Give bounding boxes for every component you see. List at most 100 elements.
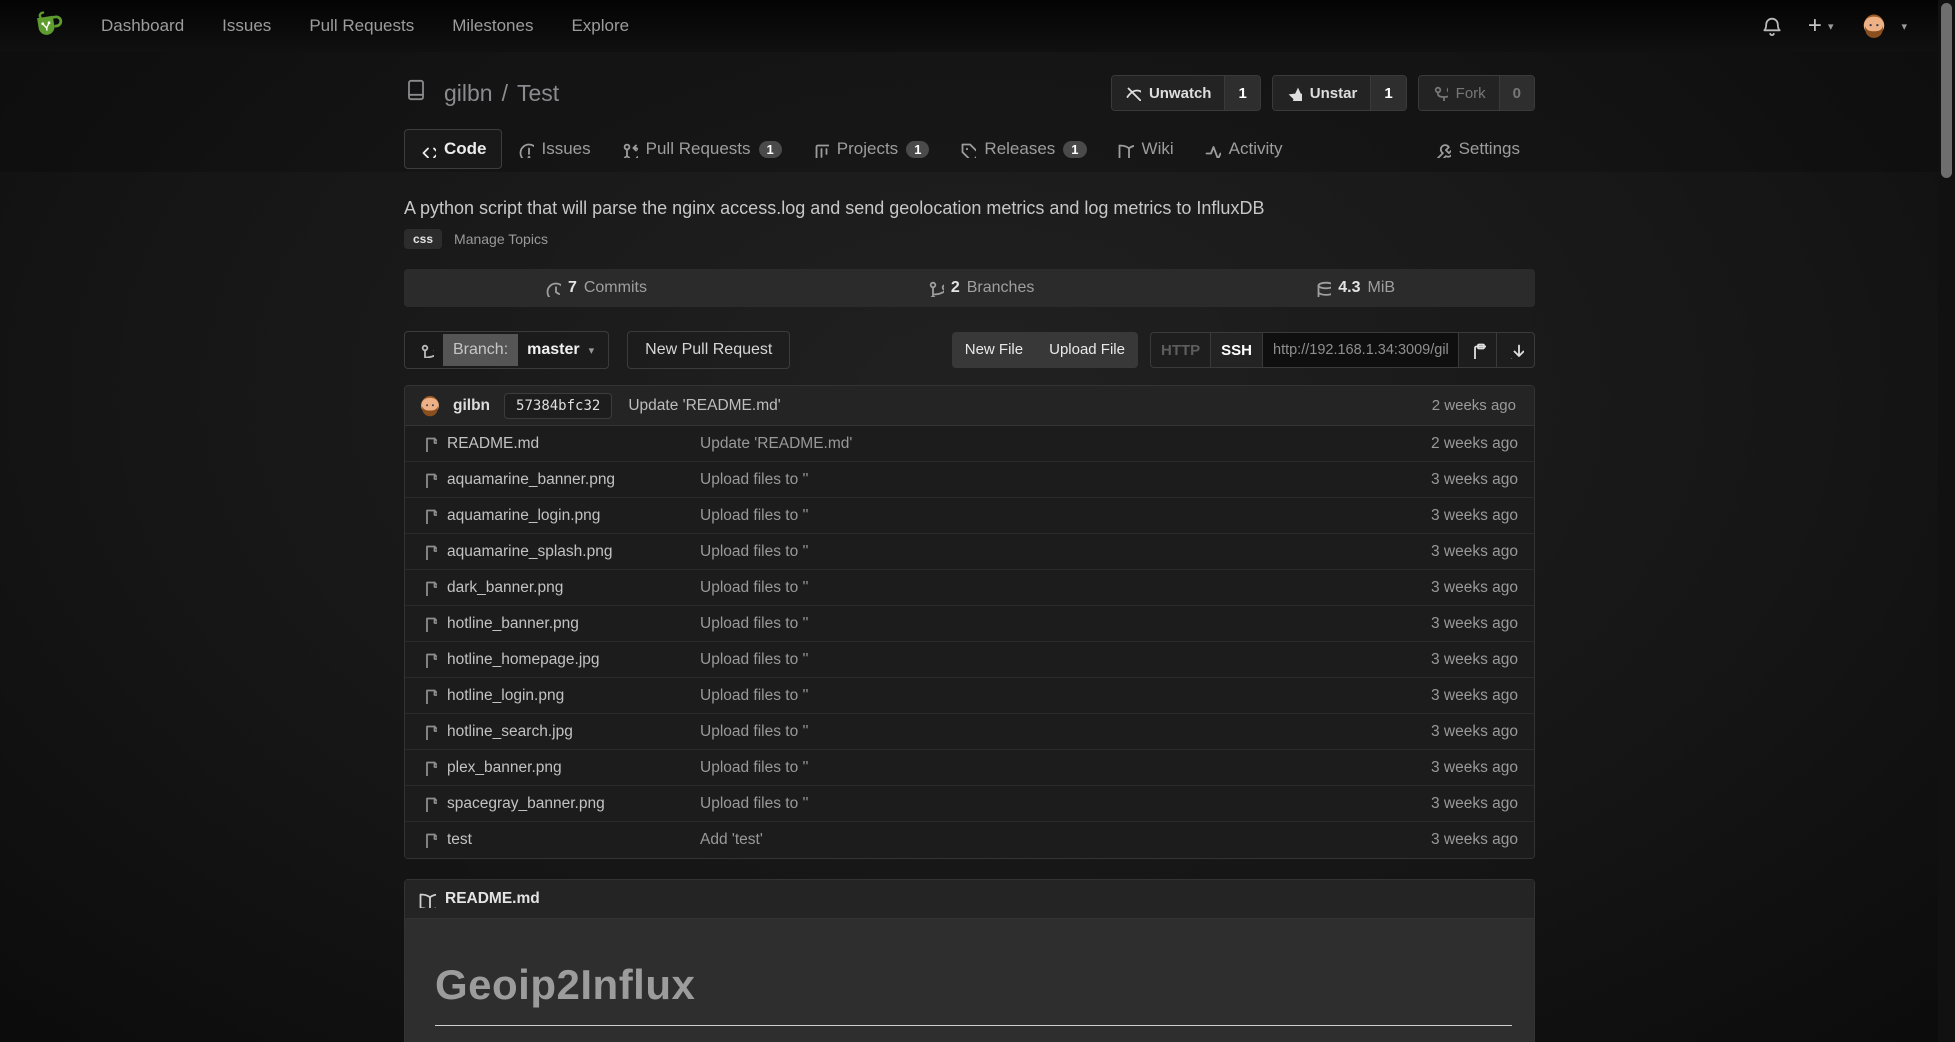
commit-time: 2 weeks ago [1432, 397, 1522, 414]
plex_banner.png: plex_banner.png Upload files to '' 3 wee… [405, 750, 1534, 786]
hotline_search.jpg: hotline_search.jpg Upload files to '' 3 … [405, 714, 1534, 750]
copy-clipboard-button[interactable] [1458, 332, 1497, 368]
repo-name-link[interactable]: Test [517, 80, 559, 107]
readme-section: README.md Geoip2Influx DOCKER BUILD PASS… [404, 879, 1535, 1042]
upload-file-button[interactable]: Upload File [1036, 332, 1138, 368]
commit-message-link[interactable]: Update 'README.md' [628, 397, 780, 415]
file-commit-message-link[interactable]: Upload files to '' [700, 651, 1431, 669]
tab-count-badge: 1 [759, 141, 782, 158]
scrollbar-thumb[interactable] [1941, 3, 1952, 178]
plus-icon: + [1808, 14, 1822, 38]
tab-count-badge: 1 [1063, 141, 1086, 158]
file-icon [421, 724, 437, 740]
tab-settings[interactable]: Settings [1419, 129, 1535, 169]
file-name-link[interactable]: hotline_login.png [447, 687, 700, 705]
tab-wiki[interactable]: Wiki [1102, 129, 1189, 169]
download-archive-button[interactable] [1496, 332, 1535, 368]
tab-projects[interactable]: Projects 1 [797, 129, 945, 169]
commit-author-name[interactable]: gilbn [453, 397, 490, 415]
branch-selector[interactable]: Branch: master ▾ [404, 331, 609, 369]
file-commit-time: 3 weeks ago [1431, 543, 1518, 561]
fork-count: 0 [1499, 76, 1534, 110]
tab-activity[interactable]: Activity [1189, 129, 1298, 169]
project-board-icon [812, 141, 829, 158]
tab-releases[interactable]: Releases 1 [944, 129, 1101, 169]
file-commit-message-link[interactable]: Upload files to '' [700, 543, 1431, 561]
file-commit-time: 3 weeks ago [1431, 759, 1518, 777]
nav-explore[interactable]: Explore [552, 16, 648, 36]
file-name-link[interactable]: plex_banner.png [447, 759, 700, 777]
commit-sha-link[interactable]: 57384bfc32 [504, 393, 612, 419]
file-name-link[interactable]: dark_banner.png [447, 579, 700, 597]
scrollbar-track[interactable] [1938, 0, 1955, 1042]
stat-branches[interactable]: 2 Branches [927, 279, 1035, 297]
hotline_login.png: hotline_login.png Upload files to '' 3 w… [405, 678, 1534, 714]
issue-opened-icon [517, 141, 534, 158]
test: test Add 'test' 3 weeks ago [405, 822, 1534, 858]
file-commit-message-link[interactable]: Upload files to '' [700, 795, 1431, 813]
file-name-link[interactable]: test [447, 831, 700, 849]
file-icon [421, 508, 437, 524]
tab-pull-requests[interactable]: Pull Requests 1 [606, 129, 797, 169]
file-buttons: New File Upload File [952, 332, 1138, 368]
repo-breadcrumb: gilbn / Test [444, 80, 559, 107]
file-commit-message-link[interactable]: Upload files to '' [700, 579, 1431, 597]
readme-header: README.md [405, 880, 1534, 919]
fork-icon [1432, 85, 1448, 101]
file-icon [421, 580, 437, 596]
file-name-link[interactable]: aquamarine_banner.png [447, 471, 700, 489]
file-commit-message-link[interactable]: Upload files to '' [700, 759, 1431, 777]
nav-issues[interactable]: Issues [203, 16, 290, 36]
file-icon [421, 760, 437, 776]
readme-title: Geoip2Influx [435, 961, 1512, 1009]
aquamarine_banner.png: aquamarine_banner.png Upload files to ''… [405, 462, 1534, 498]
current-branch: master [527, 341, 579, 359]
stat-size[interactable]: 4.3 MiB [1314, 279, 1395, 297]
file-commit-message-link[interactable]: Upload files to '' [700, 507, 1431, 525]
new-file-button[interactable]: New File [952, 332, 1036, 368]
nav-dashboard[interactable]: Dashboard [82, 16, 203, 36]
gitea-logo-icon[interactable] [30, 7, 68, 45]
file-commit-message-link[interactable]: Update 'README.md' [700, 435, 1431, 453]
nav-right: + ▾ ▾ [1760, 11, 1907, 41]
clone-url-input[interactable] [1262, 332, 1459, 368]
file-name-link[interactable]: aquamarine_splash.png [447, 543, 700, 561]
file-commit-message-link[interactable]: Add 'test' [700, 831, 1431, 849]
file-commit-time: 3 weeks ago [1431, 831, 1518, 849]
unwatch-button[interactable]: Unwatch 1 [1111, 75, 1261, 111]
commit-author-avatar[interactable] [417, 393, 443, 419]
file-name-link[interactable]: hotline_banner.png [447, 615, 700, 633]
repository-icon [404, 78, 434, 108]
file-commit-message-link[interactable]: Upload files to '' [700, 471, 1431, 489]
stat-commits[interactable]: 7 Commits [544, 279, 647, 297]
file-icon [421, 544, 437, 560]
notifications-bell-icon[interactable] [1760, 15, 1782, 37]
nav-pull-requests[interactable]: Pull Requests [290, 16, 433, 36]
spacegray_banner.png: spacegray_banner.png Upload files to '' … [405, 786, 1534, 822]
ssh-protocol-button[interactable]: SSH [1210, 332, 1263, 368]
file-name-link[interactable]: aquamarine_login.png [447, 507, 700, 525]
chevron-down-icon: ▾ [1828, 20, 1834, 33]
file-commit-message-link[interactable]: Upload files to '' [700, 615, 1431, 633]
topic-css[interactable]: css [404, 229, 442, 249]
file-name-link[interactable]: spacegray_banner.png [447, 795, 700, 813]
file-commit-message-link[interactable]: Upload files to '' [700, 723, 1431, 741]
user-menu[interactable]: ▾ [1859, 11, 1907, 41]
tab-issues[interactable]: Issues [502, 129, 606, 169]
tab-code[interactable]: Code [404, 129, 502, 169]
nav-milestones[interactable]: Milestones [433, 16, 552, 36]
file-commit-message-link[interactable]: Upload files to '' [700, 687, 1431, 705]
file-name-link[interactable]: hotline_search.jpg [447, 723, 700, 741]
http-protocol-button[interactable]: HTTP [1150, 332, 1211, 368]
chevron-down-icon: ▾ [589, 344, 595, 357]
file-name-link[interactable]: README.md [447, 435, 700, 453]
new-pull-request-button[interactable]: New Pull Request [627, 331, 790, 369]
file-name-link[interactable]: hotline_homepage.jpg [447, 651, 700, 669]
create-new-dropdown[interactable]: + ▾ [1808, 14, 1834, 38]
repo-owner-link[interactable]: gilbn [444, 80, 493, 107]
unstar-button[interactable]: Unstar 1 [1272, 75, 1407, 111]
nav-links: Dashboard Issues Pull Requests Milestone… [82, 16, 648, 36]
file-commit-time: 2 weeks ago [1431, 435, 1518, 453]
fork-button[interactable]: Fork 0 [1418, 75, 1535, 111]
manage-topics-link[interactable]: Manage Topics [454, 231, 548, 247]
